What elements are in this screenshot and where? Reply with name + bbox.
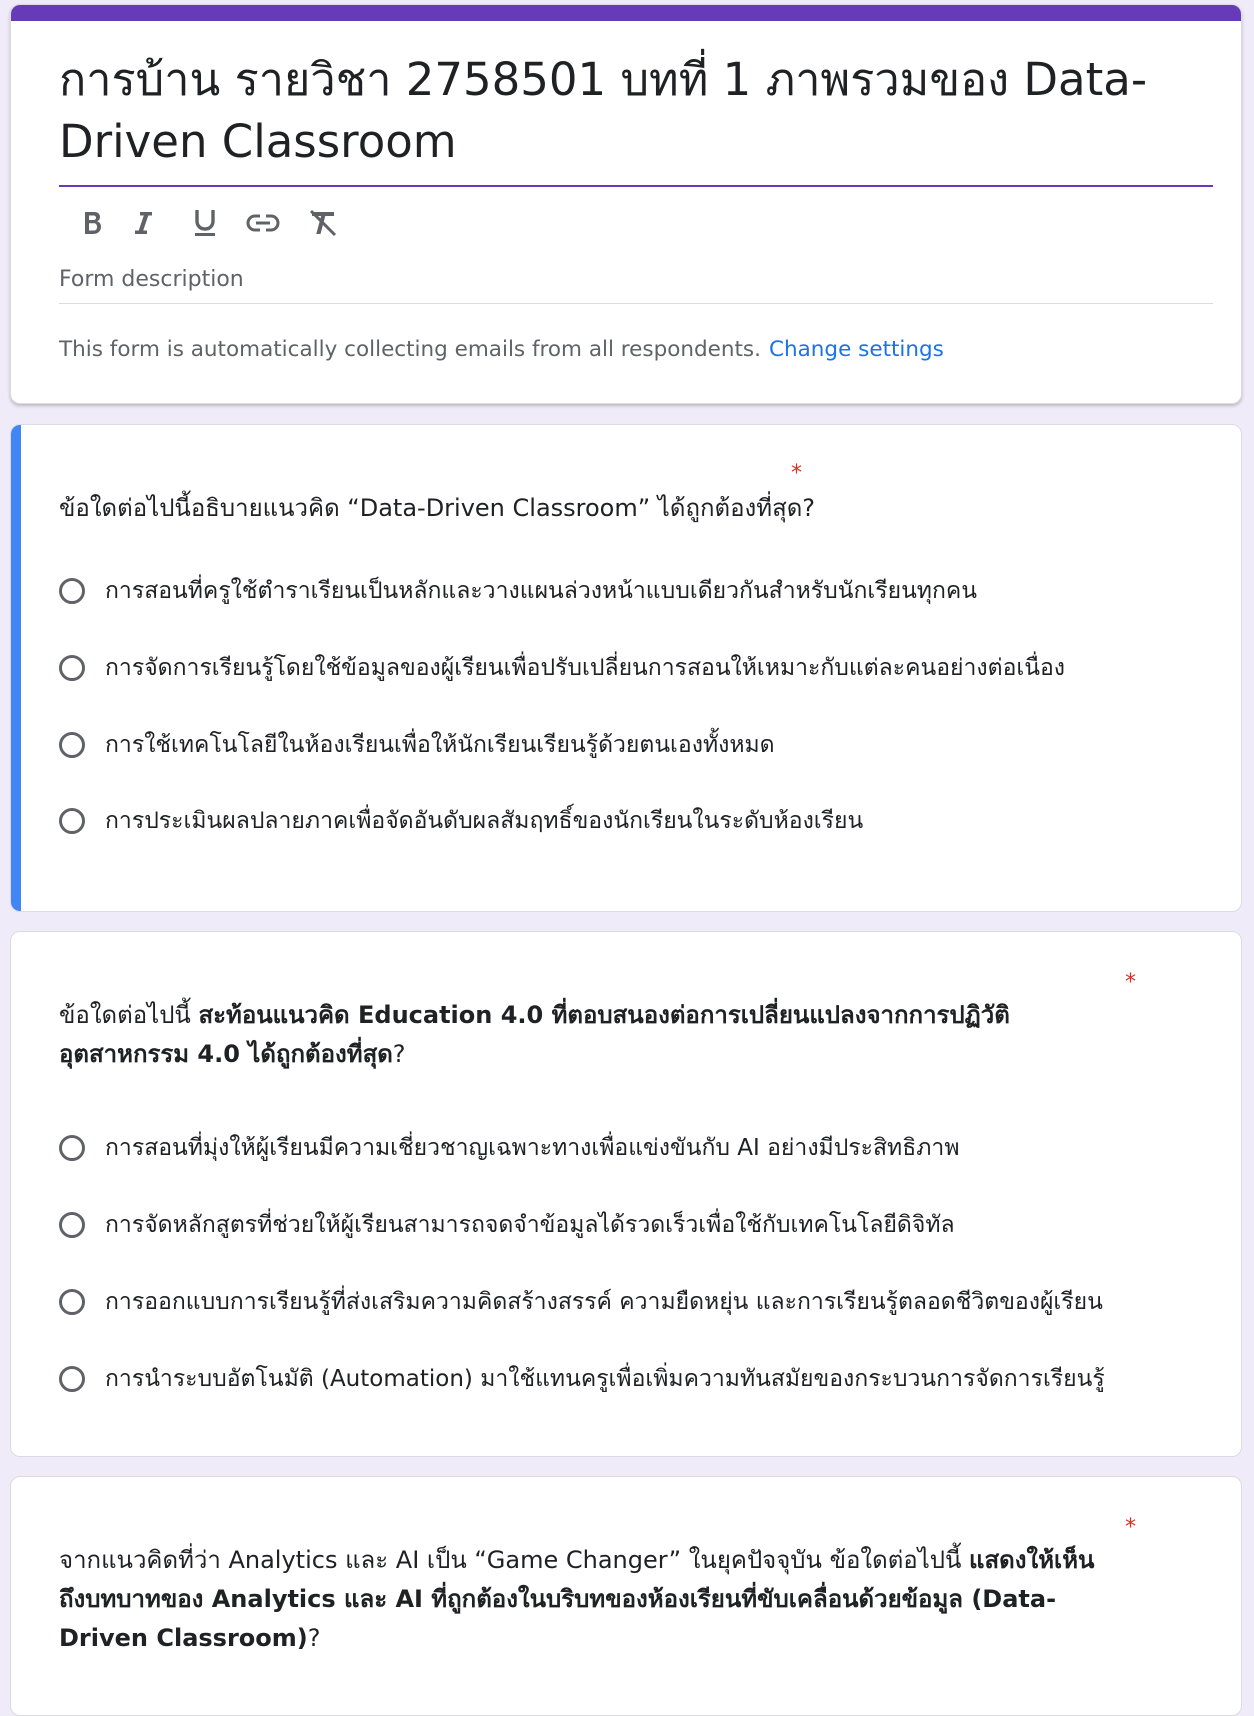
italic-icon[interactable] (121, 201, 165, 245)
bold-icon[interactable] (71, 201, 115, 245)
option-radio[interactable]: การประเมินผลปลายภาคเพื่อจัดอันดับผลสัมฤท… (59, 803, 863, 839)
option-label: การประเมินผลปลายภาคเพื่อจัดอันดับผลสัมฤท… (105, 808, 864, 834)
option-radio[interactable]: การสอนที่ครูใช้ตำราเรียนเป็นหลักและวางแผ… (59, 573, 977, 609)
option-label: การนำระบบอัตโนมัติ (Automation) มาใช้แทน… (105, 1366, 1105, 1392)
option-label: การออกแบบการเรียนรู้ที่ส่งเสริมความคิดสร… (105, 1289, 1103, 1315)
radio-button[interactable] (59, 1366, 85, 1392)
option-label: การจัดการเรียนรู้โดยใช้ข้อมูลของผู้เรียน… (105, 655, 1066, 681)
email-collection-text: This form is automatically collecting em… (59, 337, 761, 362)
question-card-1[interactable]: * ข้อใดต่อไปนี้อธิบายแนวคิด “Data-Driven… (10, 424, 1242, 912)
question-title-part: ? (307, 1624, 321, 1652)
radio-button[interactable] (59, 578, 85, 604)
radio-button[interactable] (59, 1135, 85, 1161)
option-label: การใช้เทคโนโลยีในห้องเรียนเพื่อให้นักเรี… (105, 732, 775, 758)
option-radio[interactable]: การนำระบบอัตโนมัติ (Automation) มาใช้แทน… (59, 1361, 1105, 1397)
question-title: ข้อใดต่อไปนี้อธิบายแนวคิด “Data-Driven C… (59, 494, 816, 522)
question-title-part: ข้อใดต่อไปนี้ (59, 1001, 199, 1029)
required-asterisk: * (1125, 970, 1136, 995)
form-title[interactable]: การบ้าน รายวิชา 2758501 บทที่ 1 ภาพรวมขอ… (59, 49, 1211, 173)
title-underline (59, 185, 1213, 187)
underline-icon[interactable] (183, 201, 227, 245)
option-radio[interactable]: การออกแบบการเรียนรู้ที่ส่งเสริมความคิดสร… (59, 1284, 1103, 1320)
question-title-emphasis: สะท้อนแนวคิด Education 4.0 ที่ตอบสนองต่อ… (59, 1001, 1010, 1068)
option-radio[interactable]: การจัดการเรียนรู้โดยใช้ข้อมูลของผู้เรียน… (59, 650, 1065, 686)
radio-button[interactable] (59, 732, 85, 758)
question-title: จากแนวคิดที่ว่า Analytics และ AI เป็น “G… (59, 1541, 1119, 1658)
required-asterisk: * (1125, 1515, 1136, 1540)
required-asterisk: * (791, 461, 802, 486)
radio-button[interactable] (59, 655, 85, 681)
option-radio[interactable]: การใช้เทคโนโลยีในห้องเรียนเพื่อให้นักเรี… (59, 727, 775, 763)
form-header-card: การบ้าน รายวิชา 2758501 บทที่ 1 ภาพรวมขอ… (10, 4, 1242, 404)
question-title: ข้อใดต่อไปนี้ สะท้อนแนวคิด Education 4.0… (59, 996, 1119, 1074)
question-title-part: ? (392, 1040, 406, 1068)
option-label: การจัดหลักสูตรที่ช่วยให้ผู้เรียนสามารถจด… (105, 1212, 955, 1238)
option-radio[interactable]: การจัดหลักสูตรที่ช่วยให้ผู้เรียนสามารถจด… (59, 1207, 955, 1243)
question-card-2[interactable]: * ข้อใดต่อไปนี้ สะท้อนแนวคิด Education 4… (10, 931, 1242, 1457)
link-icon[interactable] (241, 201, 285, 245)
theme-color-bar (11, 5, 1241, 21)
question-card-3[interactable]: * จากแนวคิดที่ว่า Analytics และ AI เป็น … (10, 1476, 1242, 1716)
option-label: การสอนที่มุ่งให้ผู้เรียนมีความเชี่ยวชาญเ… (105, 1135, 960, 1161)
option-label: การสอนที่ครูใช้ตำราเรียนเป็นหลักและวางแผ… (105, 578, 977, 604)
radio-button[interactable] (59, 808, 85, 834)
form-description-field[interactable]: Form description (59, 267, 1213, 304)
email-collection-note: This form is automatically collecting em… (59, 337, 944, 362)
radio-button[interactable] (59, 1212, 85, 1238)
radio-button[interactable] (59, 1289, 85, 1315)
change-settings-link[interactable]: Change settings (769, 337, 944, 362)
option-radio[interactable]: การสอนที่มุ่งให้ผู้เรียนมีความเชี่ยวชาญเ… (59, 1130, 960, 1166)
question-title-part: จากแนวคิดที่ว่า Analytics และ AI เป็น “G… (59, 1546, 970, 1574)
clear-formatting-icon[interactable] (301, 201, 345, 245)
